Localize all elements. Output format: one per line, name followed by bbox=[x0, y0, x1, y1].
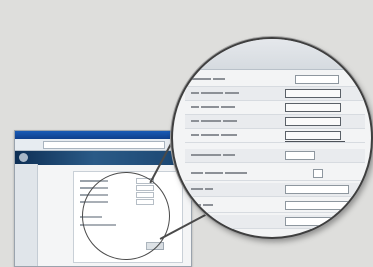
setting-label bbox=[191, 152, 237, 158]
zoom-source-circle bbox=[82, 172, 170, 260]
settings-row bbox=[185, 183, 365, 197]
illustration-frame bbox=[0, 0, 373, 267]
setting-value[interactable] bbox=[295, 75, 339, 84]
settings-row bbox=[185, 215, 365, 229]
setting-label bbox=[191, 132, 239, 138]
setting-label bbox=[191, 170, 249, 176]
settings-row bbox=[185, 101, 365, 115]
setting-value[interactable] bbox=[285, 117, 341, 126]
setting-value[interactable] bbox=[285, 151, 315, 160]
setting-label bbox=[191, 118, 239, 124]
browser-left-nav bbox=[15, 164, 38, 266]
setting-value[interactable] bbox=[285, 185, 349, 194]
setting-value[interactable] bbox=[285, 131, 341, 140]
settings-row bbox=[185, 73, 365, 87]
setting-value[interactable] bbox=[313, 169, 323, 178]
address-bar[interactable] bbox=[43, 141, 165, 149]
magnified-header bbox=[173, 39, 371, 70]
setting-value[interactable] bbox=[285, 201, 349, 210]
globe-icon bbox=[19, 153, 28, 162]
browser-titlebar bbox=[15, 131, 191, 139]
setting-value[interactable] bbox=[285, 89, 341, 98]
settings-row bbox=[185, 87, 365, 101]
settings-row bbox=[185, 199, 365, 213]
field-underline bbox=[285, 141, 345, 142]
setting-value[interactable] bbox=[285, 217, 349, 226]
browser-toolbar bbox=[15, 139, 191, 151]
settings-row bbox=[185, 167, 365, 181]
setting-label bbox=[191, 186, 215, 192]
setting-label bbox=[191, 202, 215, 208]
magnifier-lens bbox=[171, 37, 373, 239]
settings-row bbox=[185, 115, 365, 129]
setting-value[interactable] bbox=[285, 103, 341, 112]
setting-label bbox=[191, 104, 237, 110]
setting-label bbox=[191, 90, 241, 96]
settings-row bbox=[185, 149, 365, 163]
setting-label bbox=[191, 76, 227, 82]
